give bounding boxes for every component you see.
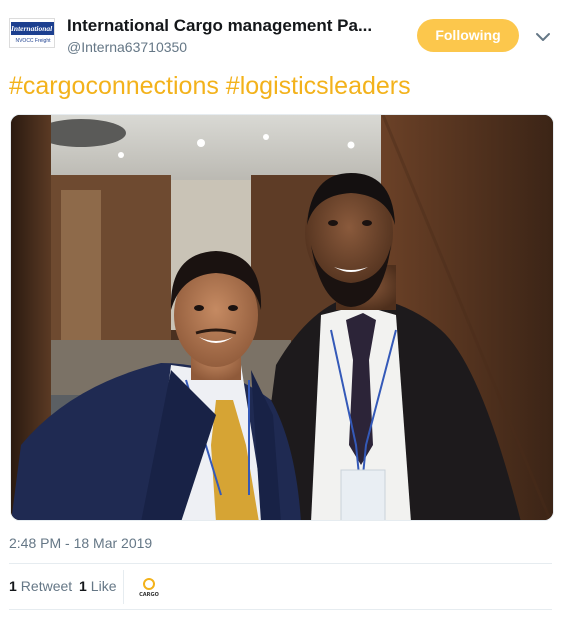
likes-stat[interactable]: 1 Like xyxy=(79,578,116,594)
stats-bottom-divider xyxy=(9,609,552,610)
stats-top-divider xyxy=(9,563,552,564)
liker-avatar-text: CARGO xyxy=(139,592,159,598)
tweet-header: International C NVOCC Freight Internatio… xyxy=(0,0,570,66)
retweets-count: 1 xyxy=(9,578,17,594)
stats-separator xyxy=(123,570,124,604)
tweet-photo[interactable] xyxy=(10,114,554,521)
account-display-name[interactable]: International Cargo management Pa... xyxy=(67,16,387,36)
following-button[interactable]: Following xyxy=(417,19,519,52)
cargo-logo-icon: CARGO xyxy=(136,574,162,600)
tweet-stats: 1 Retweet 1 Like CARGO xyxy=(9,566,552,608)
avatar-logo-subtext: NVOCC Freight xyxy=(15,38,51,44)
tweet-text: #cargoconnections #logisticsleaders xyxy=(9,72,411,100)
likes-count: 1 xyxy=(79,578,87,594)
tweet-timestamp[interactable]: 2:48 PM - 18 Mar 2019 xyxy=(9,535,152,551)
chevron-down-icon[interactable] xyxy=(533,27,553,47)
account-handle[interactable]: @Interna63710350 xyxy=(67,39,187,55)
retweets-label: Retweet xyxy=(20,578,73,594)
retweets-stat[interactable]: 1 Retweet xyxy=(9,578,72,594)
avatar-logo-text: International C xyxy=(11,22,55,35)
selfie-photo-illustration xyxy=(11,115,553,520)
liker-avatar[interactable]: CARGO xyxy=(136,574,162,600)
account-avatar[interactable]: International C NVOCC Freight xyxy=(9,18,55,48)
likes-label: Like xyxy=(90,578,117,594)
